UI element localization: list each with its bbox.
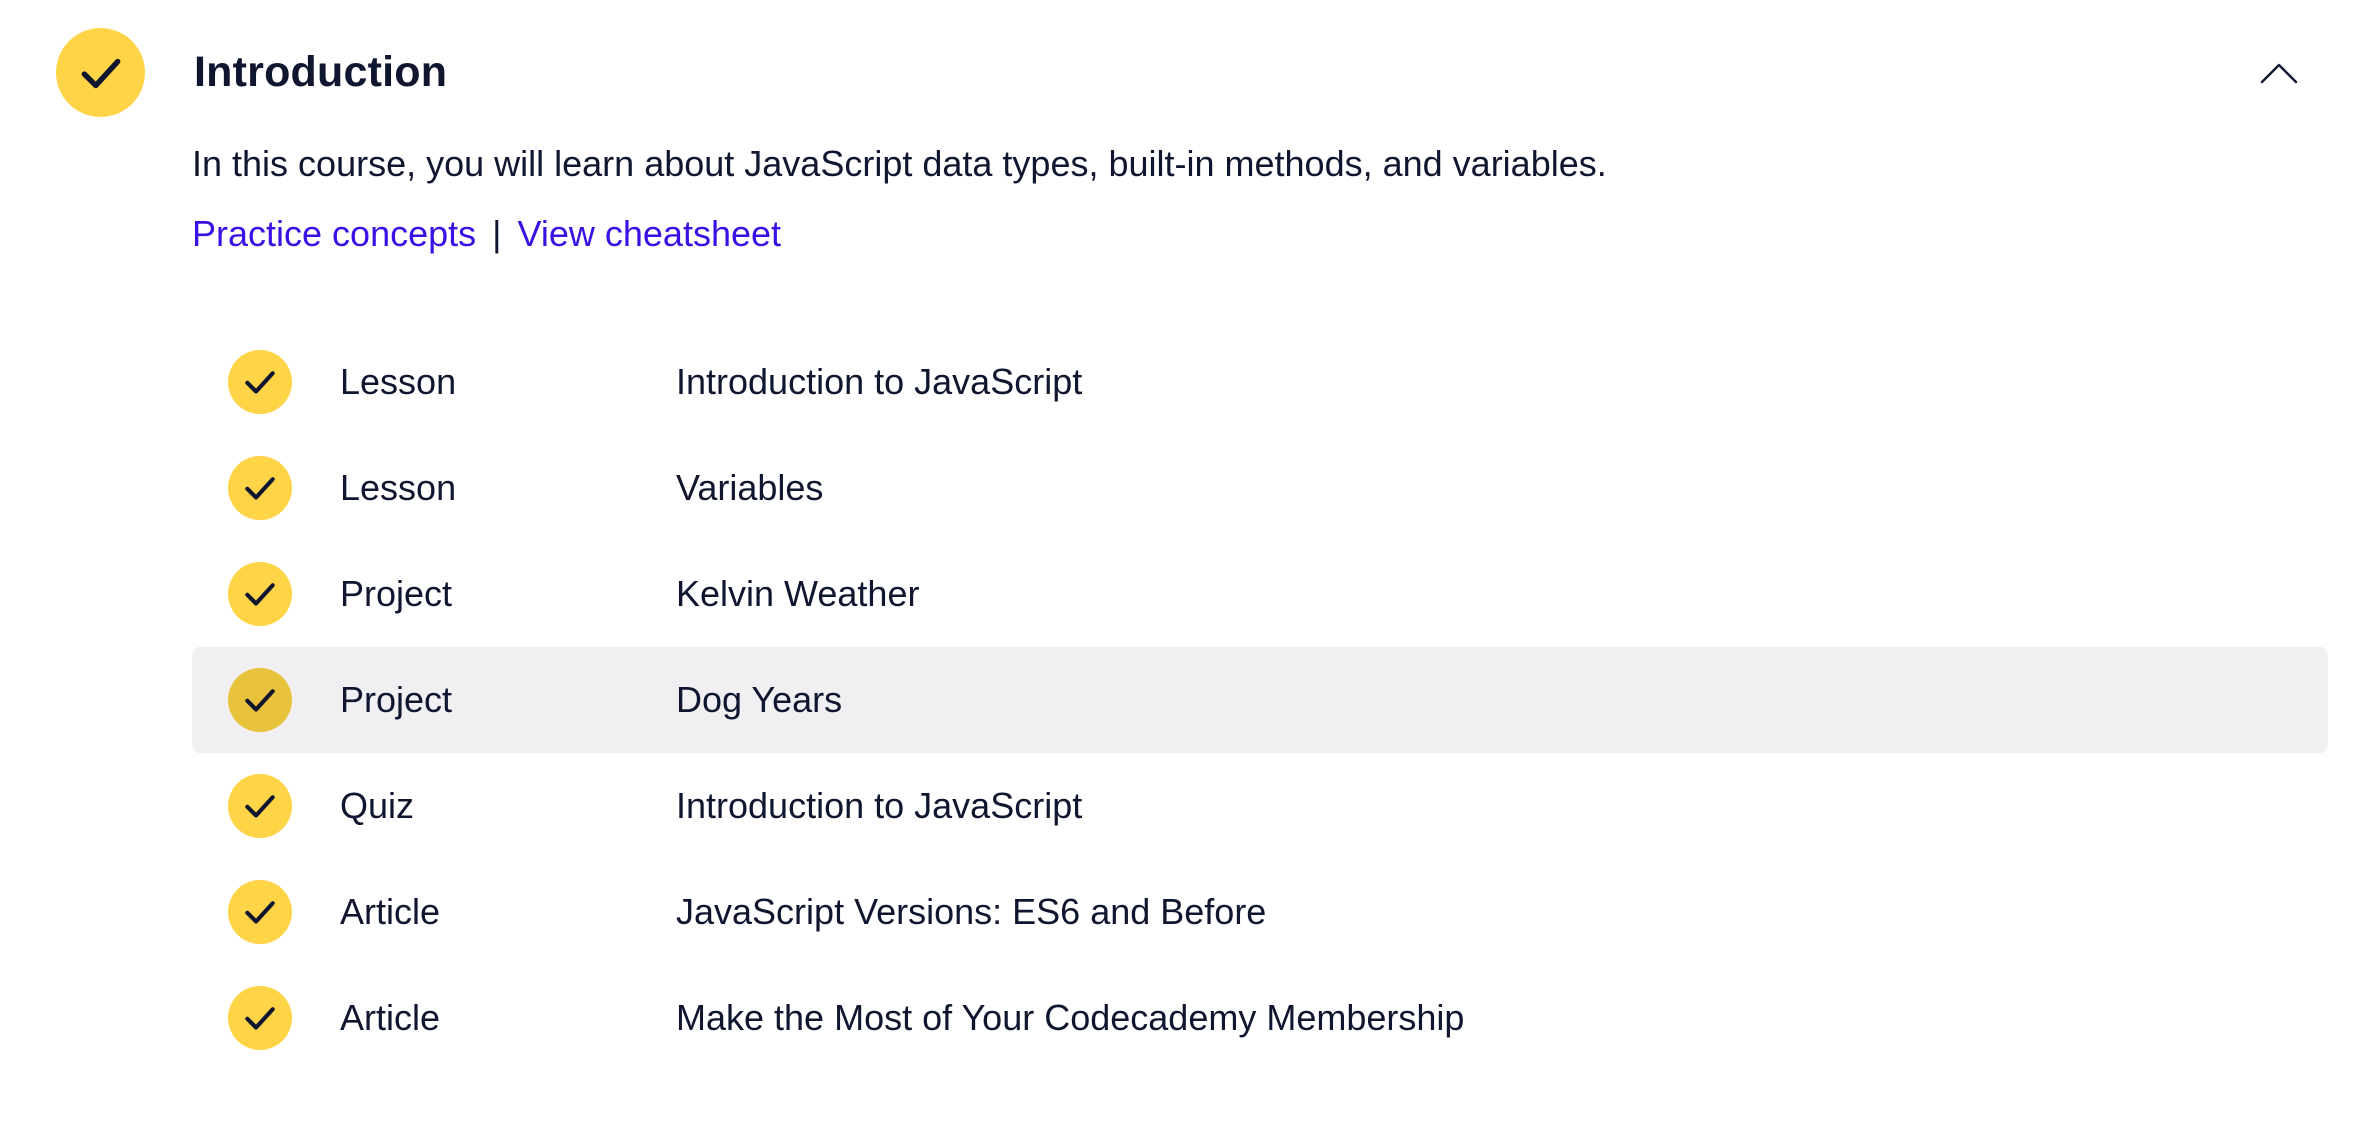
chevron-up-icon (2260, 63, 2298, 84)
item-completed-badge (228, 456, 292, 520)
module-item-row[interactable]: Lesson Introduction to JavaScript (192, 329, 2328, 435)
item-title: Dog Years (676, 679, 843, 720)
module-item-row[interactable]: Article Make the Most of Your Codecademy… (192, 965, 2328, 1071)
collapse-module-button[interactable] (2254, 48, 2304, 98)
view-cheatsheet-link[interactable]: View cheatsheet (518, 210, 782, 258)
item-type: Project (340, 679, 453, 720)
module-title: Introduction (194, 48, 448, 96)
item-title: Introduction to JavaScript (676, 785, 1083, 826)
module-item-row[interactable]: Project Kelvin Weather (192, 541, 2328, 647)
item-completed-badge (228, 668, 292, 732)
practice-concepts-link[interactable]: Practice concepts (192, 210, 476, 258)
course-module: Introduction In this course, you will le… (0, 0, 2376, 1132)
module-item-row[interactable]: Project Dog Years (192, 647, 2328, 753)
module-item-row[interactable]: Lesson Variables (192, 435, 2328, 541)
checkmark-icon (245, 477, 275, 500)
checkmark-icon (81, 58, 120, 88)
module-description: In this course, you will learn about Jav… (192, 143, 1607, 184)
module-item-list: Lesson Introduction to JavaScript Lesson… (192, 329, 2328, 1071)
checkmark-icon (245, 795, 275, 818)
checkmark-icon (245, 901, 275, 924)
module-item-row[interactable]: Quiz Introduction to JavaScript (192, 753, 2328, 859)
item-title: Variables (676, 467, 824, 508)
item-type: Project (340, 573, 453, 614)
item-title: Introduction to JavaScript (676, 361, 1083, 402)
checkmark-icon (245, 583, 275, 606)
checkmark-icon (245, 1007, 275, 1030)
module-completed-badge (56, 28, 145, 117)
module-links: Practice concepts | View cheatsheet (192, 210, 781, 258)
item-type: Lesson (340, 467, 457, 508)
item-title: Kelvin Weather (676, 573, 920, 614)
link-separator: | (492, 213, 502, 254)
item-title: Make the Most of Your Codecademy Members… (676, 997, 1465, 1038)
item-type: Article (340, 997, 441, 1038)
checkmark-icon (245, 371, 275, 394)
item-completed-badge (228, 350, 292, 414)
item-completed-badge (228, 880, 292, 944)
item-type: Lesson (340, 361, 457, 402)
module-item-row[interactable]: Article JavaScript Versions: ES6 and Bef… (192, 859, 2328, 965)
item-completed-badge (228, 986, 292, 1050)
item-completed-badge (228, 774, 292, 838)
item-type: Quiz (340, 785, 415, 826)
checkmark-icon (245, 689, 275, 712)
item-title: JavaScript Versions: ES6 and Before (676, 891, 1267, 932)
item-type: Article (340, 891, 441, 932)
item-completed-badge (228, 562, 292, 626)
